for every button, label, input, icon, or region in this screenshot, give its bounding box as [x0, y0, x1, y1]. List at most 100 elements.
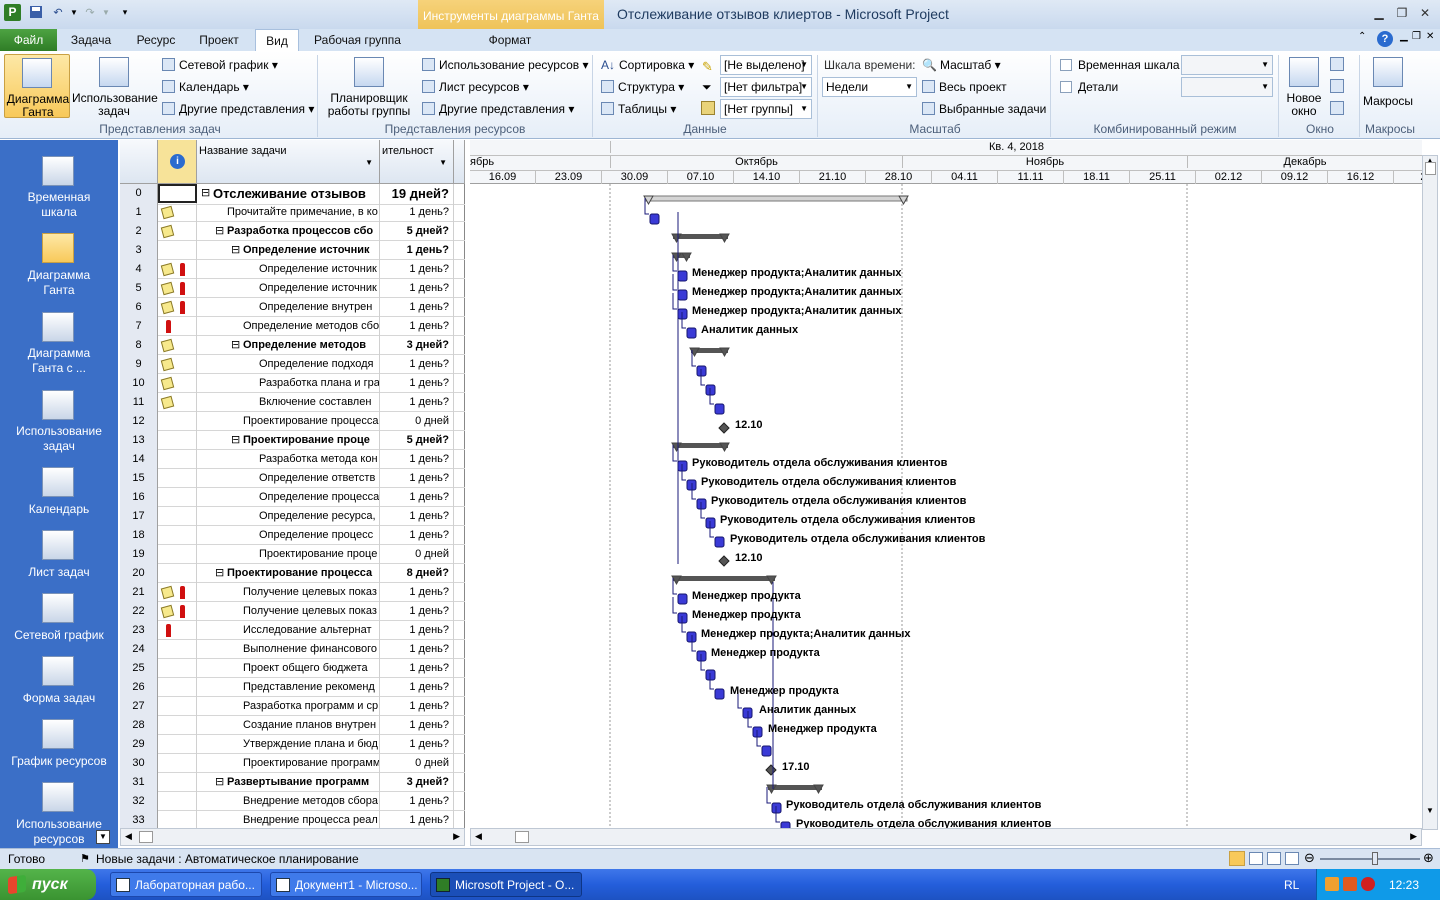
task-name-cell[interactable]: Внедрение методов сбора — [197, 792, 380, 811]
duration-cell[interactable]: 8 дней? — [380, 564, 454, 583]
duration-cell[interactable]: 0 дней — [380, 412, 454, 431]
gantt-chart[interactable]: Менеджер продукта;Аналитик данных Менедже… — [470, 184, 1422, 830]
duration-cell[interactable]: 1 день? — [380, 697, 454, 716]
table-row[interactable]: 25 Проект общего бюджета 1 день? — [120, 659, 465, 678]
task-usage-view-icon[interactable] — [42, 390, 74, 420]
team-planner-shortcut-icon[interactable] — [1267, 852, 1281, 865]
tab-file[interactable]: Файл — [0, 29, 57, 51]
task-name-cell[interactable]: Выполнение финансового — [197, 640, 380, 659]
row-id[interactable]: 28 — [120, 716, 158, 735]
table-row[interactable]: 31 ⊟ Развертывание программ 3 дней? — [120, 773, 465, 792]
task-name-cell[interactable]: Получение целевых показ — [197, 583, 380, 602]
view-bar-task-form[interactable]: Форма задач — [0, 691, 118, 706]
tracking-gantt-icon[interactable] — [42, 312, 74, 342]
tables-button[interactable]: Таблицы ▾ — [601, 102, 676, 116]
row-id[interactable]: 19 — [120, 545, 158, 564]
table-row[interactable]: 5 Определение источник 1 день? — [120, 279, 465, 298]
new-window-button[interactable]: Новое окно — [1282, 54, 1326, 118]
duration-cell[interactable]: 1 день? — [380, 355, 454, 374]
resource-usage-button[interactable]: Использование ресурсов ▾ — [422, 58, 589, 72]
scroll-left-icon[interactable]: ◀ — [475, 831, 482, 842]
duration-cell[interactable]: 1 день? — [380, 260, 454, 279]
table-row[interactable]: 14 Разработка метода кон 1 день? — [120, 450, 465, 469]
tab-team[interactable]: Рабочая группа — [305, 29, 410, 51]
row-id[interactable]: 26 — [120, 678, 158, 697]
collapse-icon[interactable]: ⊟ — [215, 773, 224, 792]
note-icon[interactable] — [160, 338, 175, 353]
view-bar-gantt[interactable]: Диаграмма Ганта — [0, 268, 118, 298]
select-all-header[interactable] — [120, 140, 158, 184]
app-icon[interactable]: P — [4, 4, 21, 21]
gantt-view-button[interactable]: Диаграмма Ганта — [4, 54, 70, 119]
task-name-cell[interactable]: ⊟ Развертывание программ — [197, 773, 380, 792]
duration-cell[interactable]: 1 день? — [380, 678, 454, 697]
task-name-cell[interactable]: Создание планов внутрен — [197, 716, 380, 735]
row-id[interactable]: 32 — [120, 792, 158, 811]
duration-cell[interactable]: 1 день? — [380, 583, 454, 602]
project-summary-bar[interactable] — [644, 195, 908, 202]
row-id[interactable]: 16 — [120, 488, 158, 507]
note-icon[interactable] — [160, 205, 175, 220]
duration-cell[interactable]: 1 день? — [380, 298, 454, 317]
duration-cell[interactable]: 3 дней? — [380, 773, 454, 792]
row-id[interactable]: 9 — [120, 355, 158, 374]
row-id[interactable]: 31 — [120, 773, 158, 792]
task-name-cell[interactable]: Исследование альтернат — [197, 621, 380, 640]
task-name-cell[interactable]: ⊟ Определение методов — [197, 336, 380, 355]
table-row[interactable]: 30 Проектирование программ 0 дней — [120, 754, 465, 773]
row-id[interactable]: 23 — [120, 621, 158, 640]
scroll-right-icon[interactable]: ▶ — [453, 831, 460, 842]
table-row[interactable]: 26 Представление рекоменд 1 день? — [120, 678, 465, 697]
task-name-cell[interactable]: Определение источник — [197, 279, 380, 298]
view-bar-calendar[interactable]: Календарь — [0, 502, 118, 517]
calendar-view-icon[interactable] — [42, 467, 74, 497]
new-tasks-icon[interactable]: ⚑ — [80, 852, 90, 865]
duration-cell[interactable]: 1 день? — [380, 279, 454, 298]
task-name-cell[interactable]: Определение процесс — [197, 526, 380, 545]
task-name-cell[interactable]: Утверждение плана и бюд — [197, 735, 380, 754]
task-sheet-icon[interactable] — [42, 530, 74, 560]
redo-dropdown-icon[interactable]: ▼ — [98, 4, 114, 20]
table-row[interactable]: 29 Утверждение плана и бюд 1 день? — [120, 735, 465, 754]
table-row[interactable]: 6 Определение внутрен 1 день? — [120, 298, 465, 317]
zoom-in-icon[interactable]: ⊕ — [1423, 850, 1434, 866]
undo-icon[interactable]: ↶ — [50, 4, 66, 20]
table-row[interactable]: 24 Выполнение финансового 1 день? — [120, 640, 465, 659]
collapse-icon[interactable]: ⊟ — [201, 184, 210, 203]
whole-project-button[interactable]: Весь проект — [922, 80, 1007, 94]
timescale-select[interactable]: Недели ▼ — [822, 77, 917, 97]
table-row[interactable]: 15 Определение ответств 1 день? — [120, 469, 465, 488]
note-icon[interactable] — [160, 395, 175, 410]
tray-icon-3[interactable] — [1361, 877, 1375, 891]
view-bar-task-sheet[interactable]: Лист задач — [0, 565, 118, 580]
zoom-slider[interactable] — [1320, 858, 1420, 860]
task-name-cell[interactable]: Определение внутрен — [197, 298, 380, 317]
details-checkbox[interactable]: Детали — [1060, 80, 1118, 94]
language-indicator[interactable]: RL — [1284, 878, 1299, 892]
task-bar[interactable] — [761, 745, 772, 757]
task-name-cell[interactable]: Определение подходя — [197, 355, 380, 374]
row-id[interactable]: 3 — [120, 241, 158, 260]
table-row[interactable]: 2 ⊟ Разработка процессов сбо 5 дней? — [120, 222, 465, 241]
row-id[interactable]: 27 — [120, 697, 158, 716]
scroll-thumb[interactable] — [515, 831, 529, 843]
chevron-down-icon[interactable]: ▼ — [365, 158, 373, 167]
task-name-cell[interactable]: Определение методов сбо — [197, 317, 380, 336]
task-bar[interactable] — [714, 536, 725, 548]
table-row[interactable]: 19 Проектирование проце 0 дней — [120, 545, 465, 564]
start-button[interactable]: пуск — [0, 869, 96, 900]
group-select[interactable]: [Нет группы] ▼ — [720, 99, 812, 119]
timeline-checkbox[interactable]: Временная шкала — [1060, 58, 1180, 72]
task-name-cell[interactable]: Представление рекоменд — [197, 678, 380, 697]
duration-cell[interactable]: 1 день? — [380, 735, 454, 754]
row-id[interactable]: 8 — [120, 336, 158, 355]
duration-cell[interactable]: 1 день? — [380, 317, 454, 336]
row-id[interactable]: 30 — [120, 754, 158, 773]
other-views2-button[interactable]: Другие представления ▾ — [422, 102, 574, 116]
duration-cell[interactable]: 1 день? — [380, 640, 454, 659]
note-icon[interactable] — [160, 585, 175, 600]
task-name-cell[interactable]: ⊟ Проектирование процесса — [197, 564, 380, 583]
resource-sheet-button[interactable]: Лист ресурсов ▾ — [422, 80, 529, 94]
outline-button[interactable]: Структура ▾ — [601, 80, 684, 94]
table-row[interactable]: 1 Прочитайте примечание, в ко 1 день? — [120, 203, 465, 222]
